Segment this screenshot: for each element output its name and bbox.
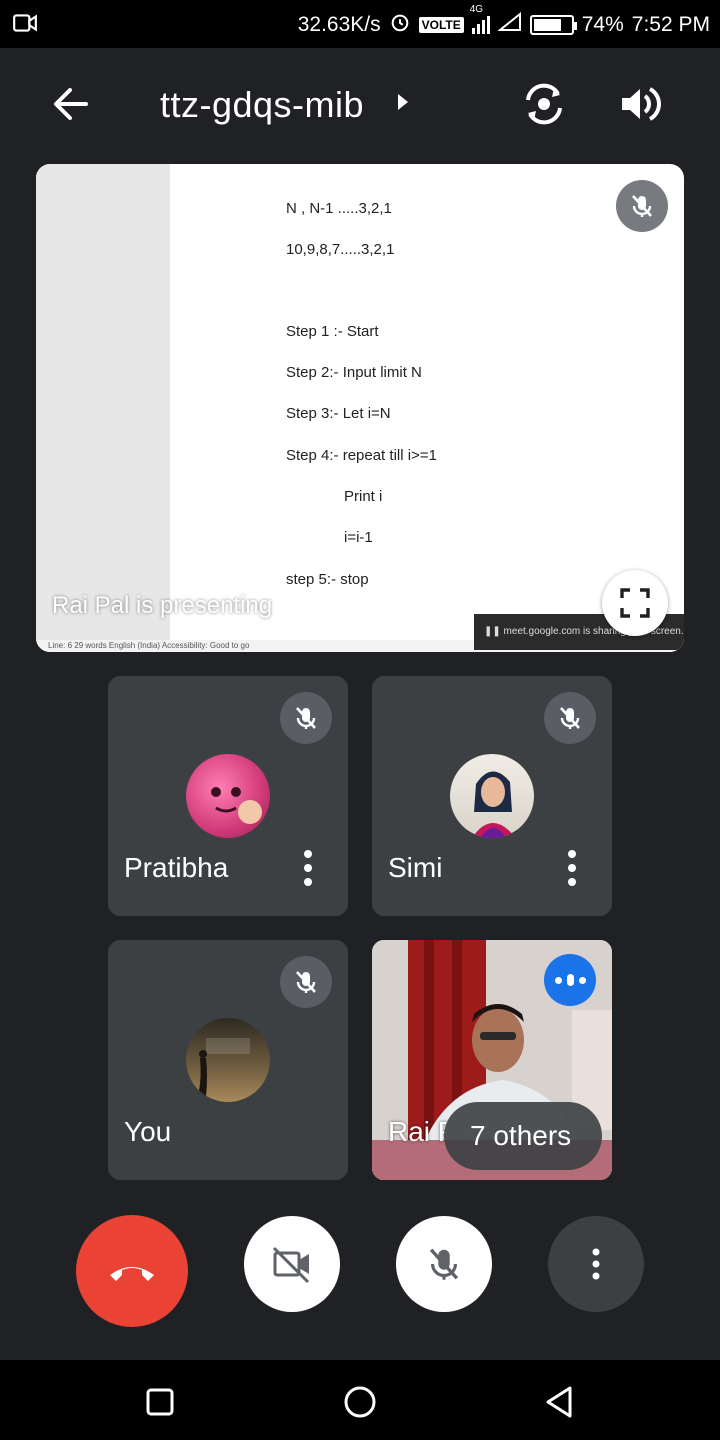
end-call-icon xyxy=(110,1267,154,1281)
pause-icon: ❚❚ xyxy=(484,626,504,637)
more-options-icon[interactable] xyxy=(560,848,584,888)
doc-line: Step 1 :- Start xyxy=(286,323,379,340)
mic-toggle-button[interactable] xyxy=(396,1216,492,1312)
participant-name: Pratibha xyxy=(124,852,229,883)
avatar xyxy=(450,754,534,838)
mic-off-icon xyxy=(280,692,332,744)
battery-fill xyxy=(533,19,561,31)
clock: 7:52 PM xyxy=(631,13,710,36)
switch-camera-icon[interactable] xyxy=(518,78,570,130)
doc-line: i=i-1 xyxy=(344,529,373,546)
video-recording-icon xyxy=(12,10,38,41)
speaking-indicator-icon xyxy=(544,954,596,1006)
top-app-bar: ttz-gdqs-mib xyxy=(0,48,720,158)
more-vert-icon xyxy=(592,1248,600,1280)
back-icon[interactable] xyxy=(540,1382,580,1422)
volte-badge: VOLTE xyxy=(418,17,464,33)
signal-icon: 4G xyxy=(470,4,490,34)
caret-right-icon[interactable] xyxy=(396,92,410,117)
participant-tile-rai-pal[interactable]: Rai P 7 others xyxy=(372,940,612,1180)
end-call-button[interactable] xyxy=(76,1215,188,1327)
navigation-bar xyxy=(0,1360,720,1440)
back-arrow-icon[interactable] xyxy=(48,80,96,128)
participant-name: Simi xyxy=(388,852,443,883)
doc-line: Print i xyxy=(344,488,383,505)
mic-off-icon xyxy=(616,180,668,232)
camera-off-icon xyxy=(272,1246,310,1284)
recents-icon[interactable] xyxy=(140,1382,180,1422)
participant-tile-pratibha[interactable]: Pratibha xyxy=(108,676,348,916)
mic-off-icon xyxy=(544,692,596,744)
doc-line: step 5:- stop xyxy=(286,571,369,588)
mic-off-icon xyxy=(280,956,332,1008)
more-options-button[interactable] xyxy=(548,1216,644,1312)
volume-icon[interactable] xyxy=(614,78,666,130)
fullscreen-icon[interactable] xyxy=(602,570,668,636)
doc-line: Step 2:- Input limit N xyxy=(286,364,422,381)
alarm-icon xyxy=(389,11,411,39)
participant-tile-simi[interactable]: Simi xyxy=(372,676,612,916)
more-options-icon[interactable] xyxy=(296,848,320,888)
status-bar: 32.63K/s VOLTE 4G 74% 7:52 PM xyxy=(0,0,720,48)
others-button[interactable]: 7 others xyxy=(444,1102,602,1170)
doc-line: 10,9,8,7.....3,2,1 xyxy=(286,241,395,258)
avatar xyxy=(186,754,270,838)
battery-icon xyxy=(529,15,577,35)
home-icon[interactable] xyxy=(340,1382,380,1422)
network-type: 4G xyxy=(469,4,484,15)
participant-tile-you[interactable]: You xyxy=(108,940,348,1180)
signal-empty-icon xyxy=(496,11,522,38)
participant-name: You xyxy=(124,1116,172,1147)
presentation-tile[interactable]: N , N-1 .....3,2,1 10,9,8,7.....3,2,1 St… xyxy=(36,164,684,652)
doc-line: Step 3:- Let i=N xyxy=(286,405,391,422)
doc-line: Step 4:- repeat till i>=1 xyxy=(286,447,437,464)
avatar xyxy=(186,1018,270,1102)
presenter-label: Rai Pal is presenting xyxy=(52,592,273,619)
document-sidebar xyxy=(36,164,170,652)
camera-toggle-button[interactable] xyxy=(244,1216,340,1312)
battery-percent: 74% xyxy=(581,13,624,36)
mic-off-icon xyxy=(429,1248,459,1280)
network-speed: 32.63K/s xyxy=(297,13,381,36)
meeting-code[interactable]: ttz-gdqs-mib xyxy=(160,84,364,126)
doc-line: N , N-1 .....3,2,1 xyxy=(286,200,392,217)
